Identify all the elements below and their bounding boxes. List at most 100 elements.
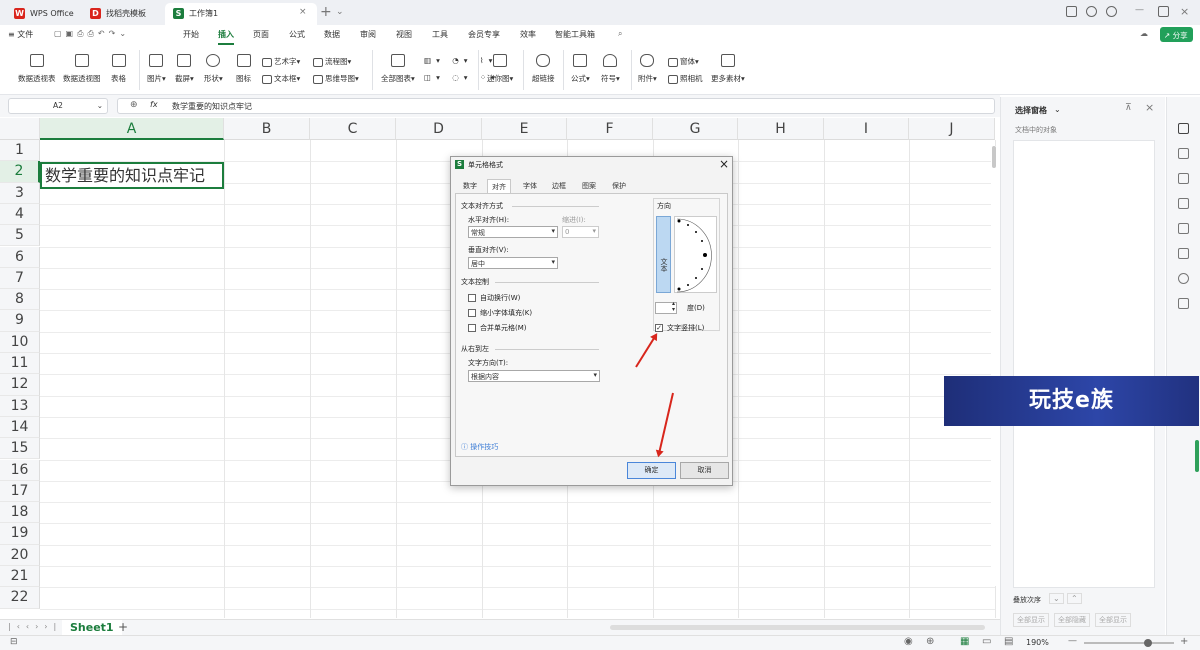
mindmap-button[interactable]: 思维导图▾: [313, 73, 359, 84]
picture-button[interactable]: 图片▾: [147, 54, 166, 84]
row-header[interactable]: 7: [0, 267, 40, 290]
scrollbar-thumb[interactable]: [992, 146, 996, 168]
spinner-icon[interactable]: ▴ ▾: [672, 301, 675, 313]
show-all-button[interactable]: 全部显示: [1013, 613, 1049, 627]
menu-page[interactable]: 页面: [253, 29, 269, 40]
row-header[interactable]: 4: [0, 203, 40, 226]
indent-stepper[interactable]: 0: [562, 226, 599, 238]
all-charts-button[interactable]: 全部图表▾: [381, 54, 415, 84]
valign-select[interactable]: 居中: [468, 257, 558, 269]
pin-icon[interactable]: ⊼: [1125, 103, 1132, 113]
form-button[interactable]: 窗体▾: [668, 56, 699, 67]
tips-link[interactable]: ⓘ 操作技巧: [461, 442, 498, 452]
icon-button[interactable]: 图标: [236, 54, 251, 84]
screenshot-button[interactable]: 截屏▾: [175, 54, 194, 84]
close-tab-icon[interactable]: ×: [299, 7, 307, 17]
pivot-table-button[interactable]: 数据透视表: [18, 54, 56, 84]
eye-icon[interactable]: ◉: [904, 636, 913, 647]
row-header[interactable]: 8: [0, 289, 40, 311]
camera-button[interactable]: 照相机: [668, 73, 703, 84]
tab-workbook[interactable]: S 工作簿1: [165, 3, 317, 25]
flowchart-button[interactable]: 流程图▾: [313, 56, 351, 67]
row-header[interactable]: 11: [0, 353, 40, 375]
column-header-g[interactable]: G: [653, 118, 738, 140]
tools-icon[interactable]: [1178, 223, 1189, 234]
new-tab-icon[interactable]: +: [320, 4, 332, 20]
merge-checkbox[interactable]: [468, 324, 476, 332]
show-all-button-2[interactable]: 全部显示: [1095, 613, 1131, 627]
row-header[interactable]: 16: [0, 459, 40, 481]
objects-list[interactable]: [1013, 140, 1155, 588]
settings-icon[interactable]: [1178, 148, 1189, 159]
menu-insert[interactable]: 插入: [218, 29, 234, 45]
select-all-corner[interactable]: [0, 118, 40, 140]
ok-button[interactable]: 确定: [627, 462, 676, 479]
column-header-f[interactable]: F: [567, 118, 653, 140]
shrink-checkbox[interactable]: [468, 309, 476, 317]
zoom-out-icon[interactable]: —: [1068, 636, 1077, 646]
row-header[interactable]: 13: [0, 395, 40, 417]
tab-wps-office[interactable]: W WPS Office: [6, 3, 82, 25]
wrap-checkbox[interactable]: [468, 294, 476, 302]
column-header-a[interactable]: A: [40, 118, 224, 140]
maximize-icon[interactable]: [1158, 6, 1169, 17]
hide-all-button[interactable]: 全部隐藏: [1054, 613, 1090, 627]
hyperlink-button[interactable]: 超链接: [532, 54, 555, 84]
row-header[interactable]: 5: [0, 225, 40, 247]
share-button[interactable]: ↗ 分享: [1160, 27, 1193, 42]
vertical-text-checkbox[interactable]: ✓: [655, 324, 663, 332]
horizontal-scrollbar[interactable]: [610, 625, 985, 630]
wordart-button[interactable]: 艺术字▾: [262, 56, 300, 67]
close-icon[interactable]: ×: [719, 157, 729, 171]
crosshair-icon[interactable]: ⊕: [926, 636, 934, 647]
cancel-button[interactable]: 取消: [680, 462, 729, 479]
move-down-icon[interactable]: ⌄: [1049, 593, 1064, 604]
row-header[interactable]: 17: [0, 480, 40, 503]
chevron-down-icon[interactable]: ⌄: [1054, 105, 1061, 114]
close-window-icon[interactable]: ×: [1180, 5, 1189, 18]
row-header[interactable]: 10: [0, 331, 40, 353]
layout-icon[interactable]: [1066, 6, 1077, 17]
tab-pattern[interactable]: 图案: [578, 179, 600, 193]
zoom-level[interactable]: 190%: [1026, 638, 1049, 647]
chevron-down-icon[interactable]: ⌄: [336, 7, 344, 17]
column-header-b[interactable]: B: [224, 118, 310, 140]
row-header[interactable]: 15: [0, 438, 40, 460]
menu-member[interactable]: 会员专享: [468, 29, 500, 40]
textbox-button[interactable]: 文本框▾: [262, 73, 300, 84]
tab-font[interactable]: 字体: [519, 179, 541, 193]
menu-ai-toolbox[interactable]: 智能工具箱: [555, 29, 595, 40]
row-header[interactable]: 18: [0, 502, 40, 524]
formula-input[interactable]: ⊕ fx 数学重要的知识点牢记: [117, 98, 995, 114]
tab-border[interactable]: 边框: [548, 179, 570, 193]
sparkline-button[interactable]: 迷你图▾: [487, 54, 513, 84]
resize-icon[interactable]: [1178, 173, 1189, 184]
book-icon[interactable]: [1178, 248, 1189, 259]
add-sheet-icon[interactable]: +: [118, 620, 128, 634]
degree-input[interactable]: ▴ ▾: [655, 301, 677, 314]
pivot-chart-button[interactable]: 数据透视图: [63, 54, 101, 84]
search-icon[interactable]: ⌕: [618, 29, 622, 39]
row-header[interactable]: 2: [0, 161, 40, 183]
zoom-icon[interactable]: ⊕: [130, 100, 138, 110]
vertical-scrollbar[interactable]: [991, 146, 997, 586]
row-header[interactable]: 12: [0, 374, 40, 396]
zoom-slider[interactable]: [1084, 639, 1174, 647]
cursor-icon[interactable]: [1178, 123, 1189, 134]
attachment-button[interactable]: 附件▾: [638, 54, 657, 84]
zoom-in-icon[interactable]: +: [1180, 636, 1188, 647]
menu-review[interactable]: 审阅: [360, 29, 376, 40]
minimize-icon[interactable]: —: [1135, 5, 1144, 15]
tab-protection[interactable]: 保护: [608, 179, 630, 193]
page-view-icon[interactable]: ▭: [982, 636, 991, 647]
column-header-c[interactable]: C: [310, 118, 396, 140]
orientation-dial[interactable]: [674, 216, 717, 293]
cube-icon[interactable]: [1086, 6, 1097, 17]
menu-formula[interactable]: 公式: [289, 29, 305, 40]
more-icon[interactable]: [1178, 298, 1189, 309]
column-header-e[interactable]: E: [482, 118, 567, 140]
more-assets-button[interactable]: 更多素材▾: [711, 54, 745, 84]
row-header[interactable]: 9: [0, 310, 40, 332]
menu-view[interactable]: 视图: [396, 29, 412, 40]
tab-docer[interactable]: D 找稻壳模板: [82, 3, 154, 25]
